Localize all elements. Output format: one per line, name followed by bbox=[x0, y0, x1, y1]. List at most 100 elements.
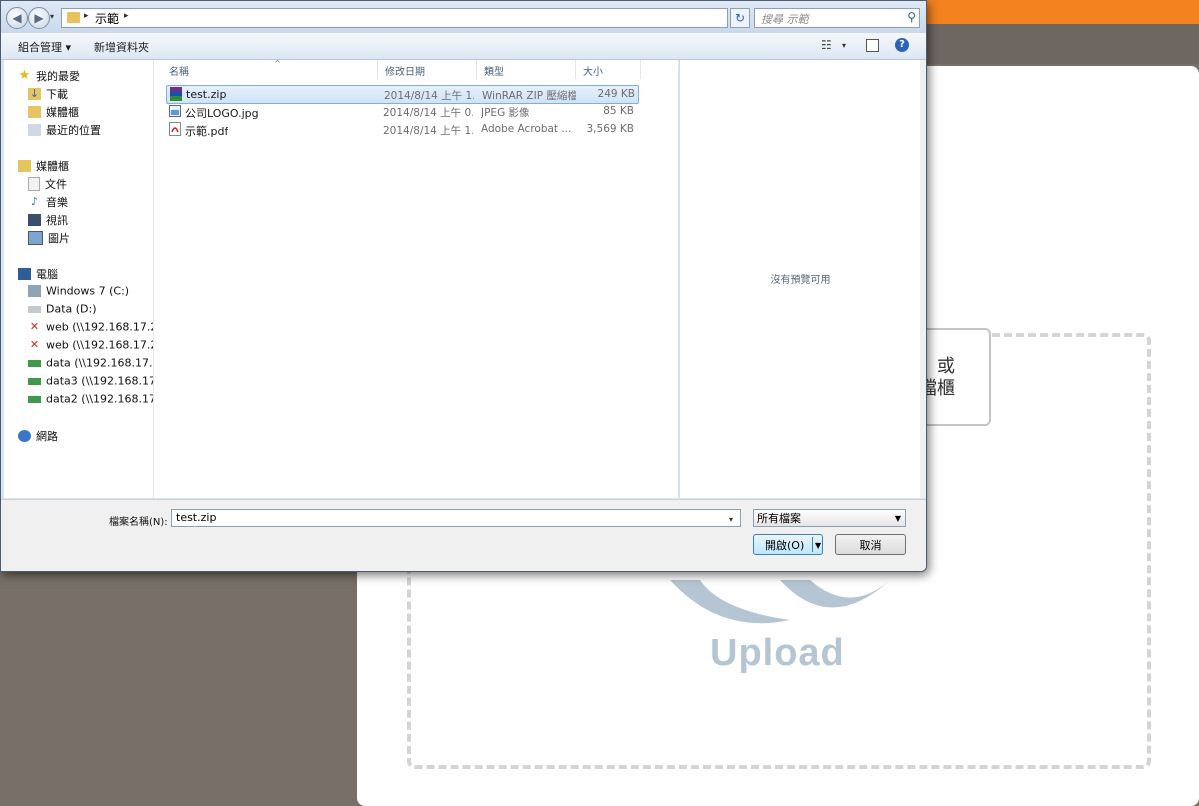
network-drive-icon bbox=[28, 395, 41, 403]
nav-label: 最近的位置 bbox=[46, 124, 101, 137]
nav-label: 音樂 bbox=[46, 196, 68, 209]
refresh-button[interactable]: ↻ bbox=[730, 8, 750, 28]
breadcrumb-separator[interactable]: ▸ bbox=[84, 11, 89, 21]
nav-network-drive-data[interactable]: data (\\192.168.17.60) ( bbox=[28, 356, 153, 374]
nav-label: web (\\192.168.17.24) ( bbox=[46, 338, 153, 352]
nav-label: data3 (\\192.168.17.24) bbox=[46, 374, 153, 388]
column-header-date[interactable]: 修改日期 bbox=[378, 60, 477, 79]
new-folder-button[interactable]: 新增資料夾 bbox=[94, 39, 149, 55]
cancel-button[interactable]: 取消 bbox=[835, 534, 906, 555]
nav-downloads[interactable]: ↓ 下載 bbox=[28, 86, 68, 104]
nav-label: 電腦 bbox=[36, 268, 58, 281]
search-icon[interactable]: ⚲ bbox=[907, 10, 916, 24]
nav-music[interactable]: ♪ 音樂 bbox=[28, 194, 68, 212]
open-button[interactable]: 開啟(O) ▼ bbox=[753, 534, 823, 555]
disconnected-network-drive-icon: ✕ bbox=[29, 338, 40, 351]
column-header-label: 大小 bbox=[583, 67, 603, 78]
view-options-icon[interactable]: ☷ bbox=[821, 38, 832, 52]
nav-label: 視訊 bbox=[46, 214, 68, 227]
nav-library[interactable]: 媒體櫃 bbox=[28, 104, 79, 122]
view-options-dropdown[interactable]: ▾ bbox=[842, 41, 846, 50]
upload-label: Upload bbox=[710, 632, 845, 674]
open-options-dropdown[interactable]: ▼ bbox=[815, 535, 821, 556]
nav-network-drive-data2[interactable]: data2 (\\192.168.17.60) bbox=[28, 392, 153, 410]
breadcrumb[interactable]: ▸ 示範 ▸ ▾ bbox=[61, 8, 781, 28]
nav-favorites[interactable]: ★ 我的最愛 bbox=[18, 68, 80, 86]
nav-drive-c[interactable]: Windows 7 (C:) bbox=[28, 284, 129, 302]
nav-label: 圖片 bbox=[48, 232, 70, 245]
search-input[interactable]: 搜尋 示範 bbox=[761, 11, 809, 27]
documents-icon bbox=[28, 177, 40, 191]
zip-archive-icon bbox=[170, 87, 182, 101]
file-row[interactable]: test.zip 2014/8/14 上午 1... WinRAR ZIP 壓縮… bbox=[166, 85, 639, 104]
sort-ascending-icon: ^ bbox=[274, 59, 281, 68]
preview-pane-toggle-icon[interactable] bbox=[866, 39, 879, 52]
file-row[interactable]: 公司LOGO.jpg 2014/8/14 上午 0... JPEG 影像 85 … bbox=[166, 103, 637, 120]
file-date: 2014/8/14 上午 0... bbox=[383, 107, 473, 119]
drive-c-icon bbox=[28, 285, 41, 297]
filename-history-dropdown[interactable]: ▾ bbox=[729, 515, 733, 524]
computer-icon bbox=[18, 268, 31, 280]
nav-label: 媒體櫃 bbox=[36, 160, 69, 173]
organize-menu-button[interactable]: 組合管理 ▾ bbox=[18, 39, 71, 55]
back-button[interactable]: ◀ bbox=[6, 7, 28, 29]
address-bar: ◀ ▶ ▾ ▸ 示範 ▸ ▾ ↻ 搜尋 示範 ⚲ bbox=[1, 1, 926, 33]
nav-network-drive-data3[interactable]: data3 (\\192.168.17.24) bbox=[28, 374, 153, 392]
search-box[interactable]: 搜尋 示範 ⚲ bbox=[754, 8, 920, 28]
file-list-pane: 名稱 ^ 修改日期 類型 大小 test.zip 2014/8/14 上午 1.… bbox=[154, 59, 678, 498]
image-file-icon bbox=[169, 105, 181, 117]
help-icon[interactable]: ? bbox=[895, 38, 909, 52]
nav-videos[interactable]: 視訊 bbox=[28, 212, 68, 230]
nav-label: Windows 7 (C:) bbox=[46, 284, 130, 298]
nav-drive-d[interactable]: Data (D:) bbox=[28, 302, 97, 320]
nav-pictures[interactable]: 圖片 bbox=[28, 230, 70, 248]
nav-network[interactable]: 網路 bbox=[18, 428, 58, 446]
navigation-pane: ★ 我的最愛 ↓ 下載 媒體櫃 最近的位置 媒體櫃 文件 ♪ 音樂 視訊 圖片 電腦 bbox=[4, 60, 154, 498]
nav-label: 下載 bbox=[46, 88, 68, 101]
nav-recent-places[interactable]: 最近的位置 bbox=[28, 122, 101, 140]
file-type: JPEG 影像 bbox=[481, 107, 530, 119]
nav-label: 媒體櫃 bbox=[46, 106, 79, 119]
nav-label: data2 (\\192.168.17.60) bbox=[46, 392, 153, 406]
file-name: 示範.pdf bbox=[185, 125, 229, 138]
file-row[interactable]: 示範.pdf 2014/8/14 上午 1... Adobe Acrobat .… bbox=[166, 121, 637, 138]
file-size: 249 KB bbox=[597, 88, 635, 100]
file-date: 2014/8/14 上午 1... bbox=[383, 125, 473, 137]
column-header-name[interactable]: 名稱 ^ bbox=[162, 59, 378, 79]
nav-libraries[interactable]: 媒體櫃 bbox=[18, 158, 69, 176]
nav-label: web (\\192.168.17.24) ( bbox=[46, 320, 153, 334]
preview-scrollbar[interactable] bbox=[920, 60, 926, 498]
pictures-icon bbox=[28, 231, 43, 245]
breadcrumb-current-folder[interactable]: 示範 bbox=[95, 10, 119, 27]
drive-d-icon bbox=[28, 305, 41, 313]
no-preview-message: 沒有預覽可用 bbox=[770, 275, 831, 286]
star-icon: ★ bbox=[18, 68, 31, 83]
nav-documents[interactable]: 文件 bbox=[28, 176, 67, 194]
library-folder-icon bbox=[28, 106, 41, 118]
column-header-label: 類型 bbox=[484, 67, 504, 78]
downloads-folder-icon: ↓ bbox=[28, 87, 41, 100]
column-header-type[interactable]: 類型 bbox=[477, 60, 576, 79]
nav-label: 我的最愛 bbox=[36, 70, 80, 83]
split-divider bbox=[812, 537, 813, 552]
nav-label: Data (D:) bbox=[46, 302, 97, 316]
file-date: 2014/8/14 上午 1... bbox=[384, 90, 474, 102]
recent-pages-dropdown[interactable]: ▾ bbox=[50, 12, 54, 21]
network-drive-icon bbox=[28, 359, 41, 367]
breadcrumb-separator[interactable]: ▸ bbox=[124, 11, 129, 21]
column-header-label: 名稱 bbox=[169, 67, 189, 78]
file-type-selected: 所有檔案 bbox=[757, 512, 801, 525]
nav-network-drive-web1[interactable]: ✕ web (\\192.168.17.24) ( bbox=[28, 320, 153, 338]
file-type: Adobe Acrobat ... bbox=[481, 123, 572, 135]
forward-button[interactable]: ▶ bbox=[28, 7, 50, 29]
dialog-footer: 檔案名稱(N): ▾ 所有檔案 ▼ 開啟(O) ▼ 取消 bbox=[1, 499, 926, 571]
nav-computer[interactable]: 電腦 bbox=[18, 266, 58, 284]
chevron-down-icon: ▼ bbox=[894, 514, 901, 523]
column-header-size[interactable]: 大小 bbox=[576, 60, 641, 79]
file-type: WinRAR ZIP 壓縮檔 bbox=[482, 90, 576, 102]
nav-label: 文件 bbox=[45, 178, 67, 191]
file-type-select[interactable]: 所有檔案 ▼ bbox=[753, 509, 906, 527]
nav-network-drive-web2[interactable]: ✕ web (\\192.168.17.24) ( bbox=[28, 338, 153, 356]
libraries-icon bbox=[18, 160, 31, 172]
filename-input[interactable] bbox=[171, 509, 741, 527]
